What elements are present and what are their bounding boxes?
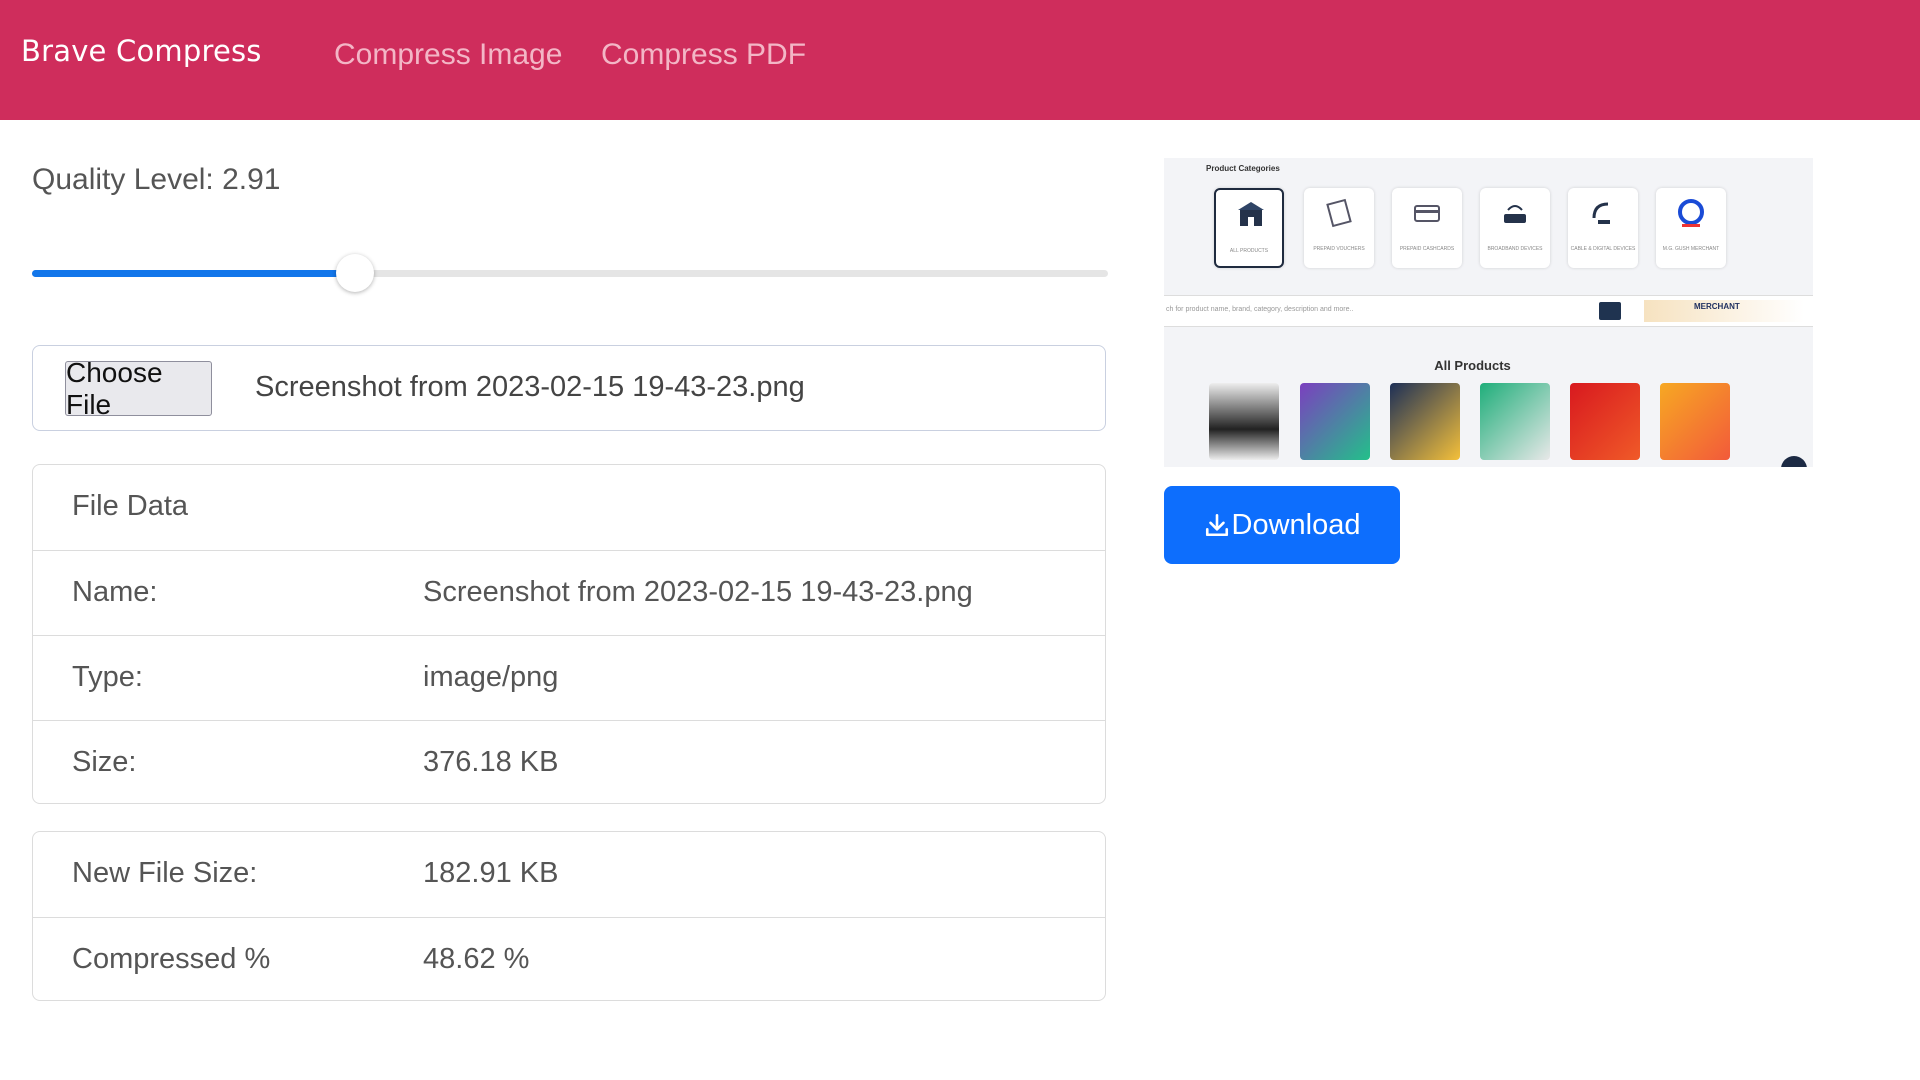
download-icon [1205,513,1228,537]
search-icon [1599,302,1621,320]
download-label: Download [1231,508,1361,541]
preview-product-thumb [1570,383,1640,460]
preview-category-label: PREPAID CASHCARDS [1399,246,1455,252]
quality-level-label: Quality Level: 2.91 [32,163,281,196]
preview-category-card: M.G. GUSH MERCHANT [1656,188,1726,268]
new-file-size-label: New File Size: [72,857,258,889]
file-data-card: File Data Name: Screenshot from 2023-02-… [32,464,1106,804]
preview-category-label: PREPAID VOUCHERS [1313,246,1365,252]
table-row: Type: image/png [33,635,1105,720]
file-data-title: File Data [72,490,189,522]
file-input[interactable]: Choose File Screenshot from 2023-02-15 1… [32,345,1106,431]
preview-product-thumb [1300,383,1370,460]
preview-category-card: PREPAID VOUCHERS [1304,188,1374,268]
preview-category-card: CABLE & DIGITAL DEVICES [1568,188,1638,268]
preview-search-bar: ch for product name, brand, category, de… [1164,295,1813,327]
name-value: Screenshot from 2023-02-15 19-43-23.png [423,576,973,608]
preview-category-card: PREPAID CASHCARDS [1392,188,1462,268]
compression-result-card: New File Size: 182.91 KB Compressed % 48… [32,831,1106,1001]
size-label: Size: [72,746,137,778]
preview-product-thumb [1390,383,1460,460]
name-label: Name: [72,576,158,608]
preview-category-card: BROADBAND DEVICES [1480,188,1550,268]
table-row: Size: 376.18 KB [33,720,1105,803]
router-icon [1504,205,1526,223]
preview-floating-button [1781,456,1807,467]
table-row: New File Size: 182.91 KB [33,832,1105,917]
voucher-icon [1326,198,1352,228]
download-button[interactable]: Download [1164,486,1400,564]
preview-category-card: ALL PRODUCTS [1214,188,1284,268]
store-icon [1238,202,1264,226]
preview-all-products-title: All Products [1434,358,1511,373]
new-file-size-value: 182.91 KB [423,857,559,889]
preview-product-thumb [1660,383,1730,460]
size-value: 376.18 KB [423,746,559,778]
quality-slider[interactable] [32,254,1108,292]
card-icon [1414,205,1440,222]
preview-category-label: M.G. GUSH MERCHANT [1662,246,1720,252]
nav-link-compress-pdf[interactable]: Compress PDF [601,38,806,72]
brand-logo[interactable]: Brave Compress [21,34,262,68]
type-value: image/png [423,661,559,693]
choose-file-button[interactable]: Choose File [65,357,212,420]
compressed-image-preview: Product Categories ALL PRODUCTS PREPAID … [1164,158,1813,467]
slider-thumb[interactable] [335,254,374,292]
preview-product-thumb [1480,383,1550,460]
table-row: Compressed % 48.62 % [33,917,1105,1000]
compressed-percent-value: 48.62 % [423,943,530,975]
table-row: Name: Screenshot from 2023-02-15 19-43-2… [33,550,1105,635]
slider-fill [32,270,355,277]
preview-categories-title: Product Categories [1206,164,1280,173]
navbar: Brave Compress Compress Image Compress P… [0,0,1920,120]
type-label: Type: [72,661,143,693]
preview-category-label: BROADBAND DEVICES [1487,246,1543,252]
satellite-dish-icon [1592,202,1610,224]
compressed-percent-label: Compressed % [72,943,271,975]
selected-file-name: Screenshot from 2023-02-15 19-43-23.png [255,371,805,403]
card-header: File Data [33,465,1105,550]
preview-product-thumb [1209,383,1279,460]
preview-merchant-banner: MERCHANT [1644,300,1804,322]
preview-search-placeholder: ch for product name, brand, category, de… [1166,306,1354,313]
nav-link-compress-image[interactable]: Compress Image [334,38,562,72]
preview-category-label: CABLE & DIGITAL DEVICES [1570,246,1636,252]
preview-category-label: ALL PRODUCTS [1229,248,1269,254]
brand-g-icon [1678,199,1704,227]
